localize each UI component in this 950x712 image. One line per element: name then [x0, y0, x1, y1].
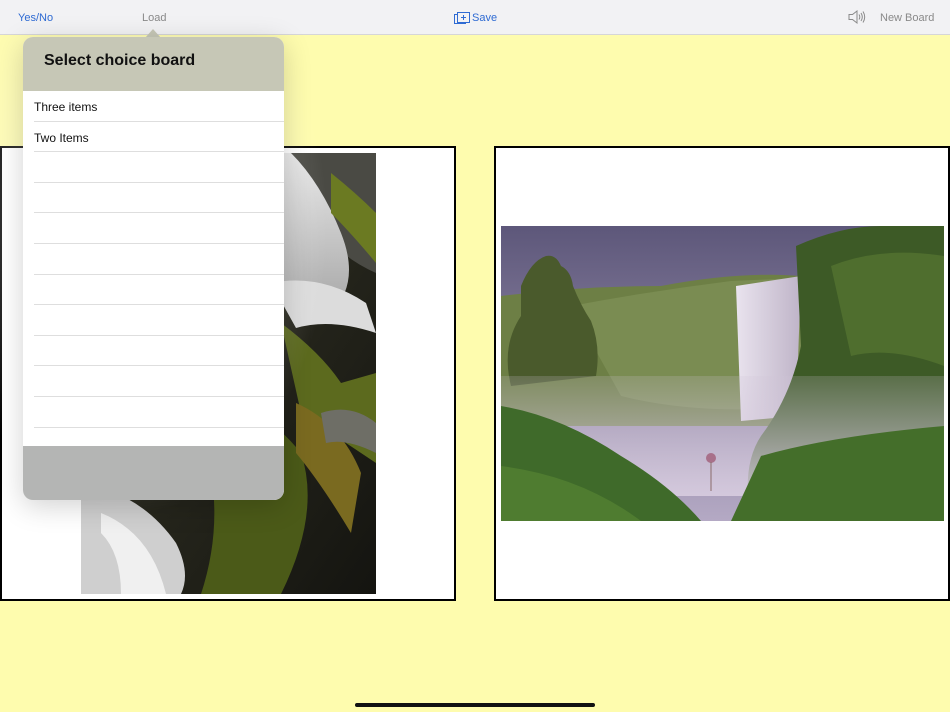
list-item[interactable]: Two Items [34, 122, 284, 153]
list-item[interactable]: Three items [34, 91, 284, 122]
list-item[interactable] [34, 213, 284, 244]
choice-board-list[interactable]: Three items Two Items [23, 91, 284, 446]
list-item[interactable] [34, 275, 284, 306]
add-to-gallery-icon [454, 11, 470, 24]
list-item[interactable] [34, 183, 284, 214]
choice-board-popover: Select choice board Three items Two Item… [23, 37, 284, 500]
waterfall-landscape-photo [501, 226, 944, 521]
list-item[interactable] [34, 397, 284, 428]
list-item[interactable] [34, 152, 284, 183]
list-item[interactable] [34, 305, 284, 336]
save-label: Save [472, 12, 498, 24]
yes-no-button[interactable]: Yes/No [18, 11, 53, 25]
popover-footer [23, 446, 284, 500]
save-button[interactable]: Save [454, 11, 497, 25]
load-button[interactable]: Load [142, 11, 166, 25]
popover-title: Select choice board [23, 37, 284, 91]
choice-card-right[interactable] [494, 146, 950, 601]
list-item[interactable] [34, 336, 284, 367]
speaker-icon[interactable] [848, 9, 866, 25]
new-board-button[interactable]: New Board [880, 11, 934, 25]
list-item[interactable] [34, 244, 284, 275]
list-item[interactable] [34, 366, 284, 397]
home-indicator[interactable] [355, 703, 595, 707]
top-toolbar: Yes/No Load Save New Board [0, 0, 950, 35]
